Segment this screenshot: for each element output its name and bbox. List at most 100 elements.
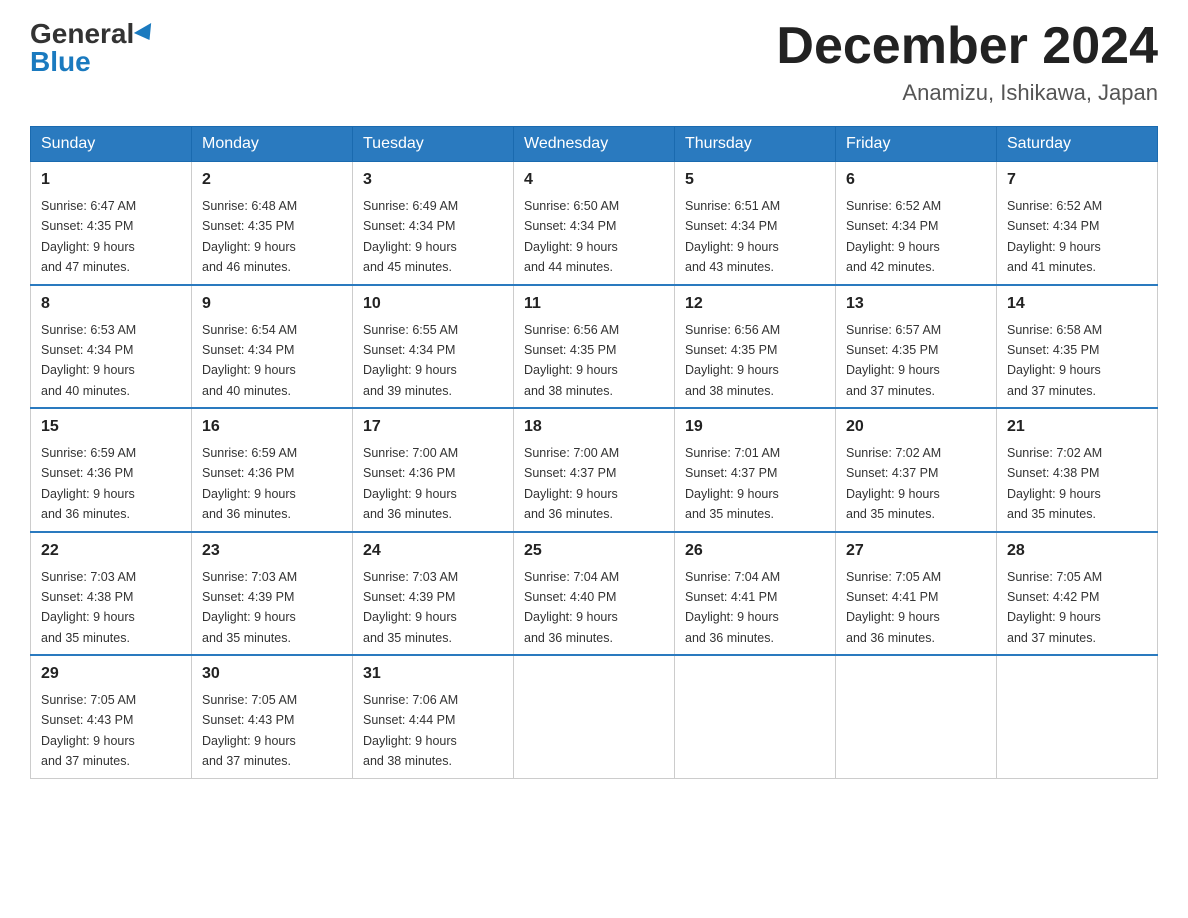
day-info: Sunrise: 7:05 AM Sunset: 4:43 PM Dayligh… [202,693,297,768]
calendar-week-row: 15 Sunrise: 6:59 AM Sunset: 4:36 PM Dayl… [31,408,1158,532]
calendar-cell: 22 Sunrise: 7:03 AM Sunset: 4:38 PM Dayl… [31,532,192,656]
calendar-cell: 1 Sunrise: 6:47 AM Sunset: 4:35 PM Dayli… [31,162,192,285]
calendar-cell: 19 Sunrise: 7:01 AM Sunset: 4:37 PM Dayl… [675,408,836,532]
calendar-cell [836,655,997,778]
calendar-cell: 26 Sunrise: 7:04 AM Sunset: 4:41 PM Dayl… [675,532,836,656]
calendar-week-row: 22 Sunrise: 7:03 AM Sunset: 4:38 PM Dayl… [31,532,1158,656]
day-number: 12 [685,292,825,316]
day-number: 17 [363,415,503,439]
calendar-header-friday: Friday [836,127,997,162]
calendar-cell: 14 Sunrise: 6:58 AM Sunset: 4:35 PM Dayl… [997,285,1158,409]
day-number: 9 [202,292,342,316]
day-info: Sunrise: 6:57 AM Sunset: 4:35 PM Dayligh… [846,323,941,398]
day-number: 23 [202,539,342,563]
calendar-cell: 16 Sunrise: 6:59 AM Sunset: 4:36 PM Dayl… [192,408,353,532]
day-info: Sunrise: 6:52 AM Sunset: 4:34 PM Dayligh… [1007,199,1102,274]
day-info: Sunrise: 7:02 AM Sunset: 4:38 PM Dayligh… [1007,446,1102,521]
calendar-week-row: 29 Sunrise: 7:05 AM Sunset: 4:43 PM Dayl… [31,655,1158,778]
calendar-cell [675,655,836,778]
calendar-cell: 15 Sunrise: 6:59 AM Sunset: 4:36 PM Dayl… [31,408,192,532]
day-number: 19 [685,415,825,439]
day-info: Sunrise: 7:00 AM Sunset: 4:36 PM Dayligh… [363,446,458,521]
calendar-cell: 27 Sunrise: 7:05 AM Sunset: 4:41 PM Dayl… [836,532,997,656]
day-number: 20 [846,415,986,439]
calendar-cell: 25 Sunrise: 7:04 AM Sunset: 4:40 PM Dayl… [514,532,675,656]
day-info: Sunrise: 7:03 AM Sunset: 4:38 PM Dayligh… [41,570,136,645]
day-info: Sunrise: 6:54 AM Sunset: 4:34 PM Dayligh… [202,323,297,398]
day-info: Sunrise: 7:03 AM Sunset: 4:39 PM Dayligh… [363,570,458,645]
calendar-cell: 18 Sunrise: 7:00 AM Sunset: 4:37 PM Dayl… [514,408,675,532]
calendar-cell: 8 Sunrise: 6:53 AM Sunset: 4:34 PM Dayli… [31,285,192,409]
day-info: Sunrise: 6:48 AM Sunset: 4:35 PM Dayligh… [202,199,297,274]
calendar-cell: 7 Sunrise: 6:52 AM Sunset: 4:34 PM Dayli… [997,162,1158,285]
day-number: 4 [524,168,664,192]
calendar-cell: 21 Sunrise: 7:02 AM Sunset: 4:38 PM Dayl… [997,408,1158,532]
day-info: Sunrise: 7:05 AM Sunset: 4:41 PM Dayligh… [846,570,941,645]
day-number: 16 [202,415,342,439]
day-number: 6 [846,168,986,192]
day-info: Sunrise: 7:01 AM Sunset: 4:37 PM Dayligh… [685,446,780,521]
calendar-header-sunday: Sunday [31,127,192,162]
location-subtitle: Anamizu, Ishikawa, Japan [776,80,1158,106]
day-number: 30 [202,662,342,686]
calendar-cell: 10 Sunrise: 6:55 AM Sunset: 4:34 PM Dayl… [353,285,514,409]
calendar-cell: 29 Sunrise: 7:05 AM Sunset: 4:43 PM Dayl… [31,655,192,778]
day-info: Sunrise: 6:49 AM Sunset: 4:34 PM Dayligh… [363,199,458,274]
day-info: Sunrise: 7:02 AM Sunset: 4:37 PM Dayligh… [846,446,941,521]
calendar-header-saturday: Saturday [997,127,1158,162]
calendar-cell: 31 Sunrise: 7:06 AM Sunset: 4:44 PM Dayl… [353,655,514,778]
day-info: Sunrise: 6:55 AM Sunset: 4:34 PM Dayligh… [363,323,458,398]
day-info: Sunrise: 7:05 AM Sunset: 4:42 PM Dayligh… [1007,570,1102,645]
calendar-cell: 2 Sunrise: 6:48 AM Sunset: 4:35 PM Dayli… [192,162,353,285]
day-number: 1 [41,168,181,192]
calendar-cell: 23 Sunrise: 7:03 AM Sunset: 4:39 PM Dayl… [192,532,353,656]
day-info: Sunrise: 6:50 AM Sunset: 4:34 PM Dayligh… [524,199,619,274]
day-info: Sunrise: 6:47 AM Sunset: 4:35 PM Dayligh… [41,199,136,274]
day-number: 2 [202,168,342,192]
day-number: 28 [1007,539,1147,563]
day-info: Sunrise: 7:04 AM Sunset: 4:41 PM Dayligh… [685,570,780,645]
calendar-cell: 4 Sunrise: 6:50 AM Sunset: 4:34 PM Dayli… [514,162,675,285]
day-info: Sunrise: 6:58 AM Sunset: 4:35 PM Dayligh… [1007,323,1102,398]
day-number: 14 [1007,292,1147,316]
day-number: 3 [363,168,503,192]
day-info: Sunrise: 7:04 AM Sunset: 4:40 PM Dayligh… [524,570,619,645]
day-number: 29 [41,662,181,686]
calendar-cell: 24 Sunrise: 7:03 AM Sunset: 4:39 PM Dayl… [353,532,514,656]
day-info: Sunrise: 6:59 AM Sunset: 4:36 PM Dayligh… [202,446,297,521]
day-info: Sunrise: 6:52 AM Sunset: 4:34 PM Dayligh… [846,199,941,274]
day-info: Sunrise: 7:06 AM Sunset: 4:44 PM Dayligh… [363,693,458,768]
calendar-cell: 5 Sunrise: 6:51 AM Sunset: 4:34 PM Dayli… [675,162,836,285]
calendar-cell: 3 Sunrise: 6:49 AM Sunset: 4:34 PM Dayli… [353,162,514,285]
day-number: 7 [1007,168,1147,192]
day-number: 15 [41,415,181,439]
day-info: Sunrise: 6:56 AM Sunset: 4:35 PM Dayligh… [685,323,780,398]
day-info: Sunrise: 7:05 AM Sunset: 4:43 PM Dayligh… [41,693,136,768]
logo-blue-text: Blue [30,48,91,76]
calendar-table: SundayMondayTuesdayWednesdayThursdayFrid… [30,126,1158,779]
day-info: Sunrise: 6:59 AM Sunset: 4:36 PM Dayligh… [41,446,136,521]
day-info: Sunrise: 6:51 AM Sunset: 4:34 PM Dayligh… [685,199,780,274]
day-number: 11 [524,292,664,316]
day-number: 31 [363,662,503,686]
calendar-header-monday: Monday [192,127,353,162]
day-number: 5 [685,168,825,192]
page-header: General Blue December 2024 Anamizu, Ishi… [30,20,1158,106]
day-info: Sunrise: 7:00 AM Sunset: 4:37 PM Dayligh… [524,446,619,521]
calendar-cell: 11 Sunrise: 6:56 AM Sunset: 4:35 PM Dayl… [514,285,675,409]
day-number: 27 [846,539,986,563]
calendar-header-wednesday: Wednesday [514,127,675,162]
calendar-cell: 30 Sunrise: 7:05 AM Sunset: 4:43 PM Dayl… [192,655,353,778]
day-info: Sunrise: 6:53 AM Sunset: 4:34 PM Dayligh… [41,323,136,398]
day-info: Sunrise: 6:56 AM Sunset: 4:35 PM Dayligh… [524,323,619,398]
day-number: 22 [41,539,181,563]
calendar-cell: 17 Sunrise: 7:00 AM Sunset: 4:36 PM Dayl… [353,408,514,532]
calendar-cell [514,655,675,778]
calendar-cell: 13 Sunrise: 6:57 AM Sunset: 4:35 PM Dayl… [836,285,997,409]
calendar-cell: 12 Sunrise: 6:56 AM Sunset: 4:35 PM Dayl… [675,285,836,409]
calendar-week-row: 1 Sunrise: 6:47 AM Sunset: 4:35 PM Dayli… [31,162,1158,285]
calendar-cell: 28 Sunrise: 7:05 AM Sunset: 4:42 PM Dayl… [997,532,1158,656]
logo: General Blue [30,20,156,76]
day-number: 13 [846,292,986,316]
calendar-cell: 20 Sunrise: 7:02 AM Sunset: 4:37 PM Dayl… [836,408,997,532]
